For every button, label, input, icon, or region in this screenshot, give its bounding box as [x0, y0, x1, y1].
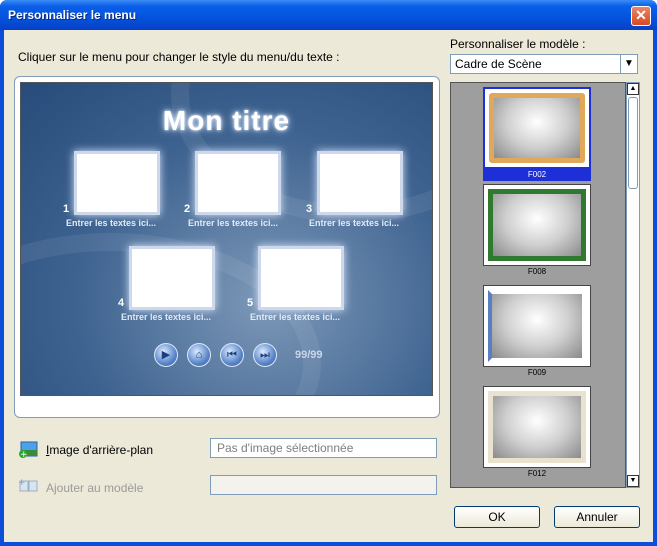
add-to-template-field	[210, 475, 437, 495]
previous-icon[interactable]: ⏮	[220, 343, 244, 367]
menu-item-number: 5	[247, 297, 254, 309]
menu-thumbnail-1[interactable]	[74, 151, 160, 215]
template-item-label: F009	[527, 368, 547, 377]
template-item-label: F002	[483, 169, 591, 181]
menu-item-caption[interactable]: Entrer les textes ici...	[121, 312, 211, 322]
template-item[interactable]: F012	[483, 386, 591, 480]
template-scrollbar[interactable]: ▲ ▼	[626, 82, 640, 488]
chevron-down-icon[interactable]: ▼	[620, 54, 638, 74]
template-label: Personnaliser le modèle :	[450, 37, 586, 51]
menu-item-number: 2	[184, 203, 191, 215]
background-image-field[interactable]: Pas d'image sélectionnée	[210, 438, 437, 458]
page-count: 99/99	[295, 349, 323, 361]
menu-thumbnail-2[interactable]	[195, 151, 281, 215]
menu-thumbnail-4[interactable]	[129, 246, 215, 310]
template-item-label: F012	[527, 469, 547, 478]
ok-button[interactable]: OK	[454, 506, 540, 528]
template-item[interactable]: F009	[483, 285, 591, 379]
menu-preview-frame: Mon titre 1 Entrer les textes ici... 2 E…	[14, 76, 440, 418]
background-image-label[interactable]: Image d'arrière-plan	[46, 443, 153, 457]
template-item[interactable]: F002	[483, 87, 591, 181]
close-icon: ✕	[635, 7, 647, 23]
window-title: Personnaliser le menu	[8, 8, 137, 22]
close-button[interactable]: ✕	[631, 6, 651, 26]
dialog-client: Cliquer sur le menu pour changer le styl…	[4, 30, 653, 542]
template-select[interactable]: Cadre de Scène	[450, 54, 637, 74]
scroll-down-icon[interactable]: ▼	[627, 475, 639, 487]
menu-title[interactable]: Mon titre	[21, 105, 432, 137]
instructions-text: Cliquer sur le menu pour changer le styl…	[18, 50, 340, 64]
scroll-up-icon[interactable]: ▲	[627, 83, 639, 95]
background-image-placeholder: Pas d'image sélectionnée	[217, 441, 354, 455]
title-bar[interactable]: Personnaliser le menu ✕	[0, 0, 657, 30]
template-item-label: F008	[527, 267, 547, 276]
menu-item-number: 4	[118, 297, 125, 309]
menu-thumbnail-3[interactable]	[317, 151, 403, 215]
template-selected-value: Cadre de Scène	[455, 57, 542, 71]
menu-item-caption[interactable]: Entrer les textes ici...	[250, 312, 340, 322]
menu-item-caption[interactable]: Entrer les textes ici...	[66, 218, 156, 228]
menu-item-number: 1	[63, 203, 70, 215]
image-icon: +	[19, 441, 38, 458]
scrollbar-thumb[interactable]	[628, 97, 638, 189]
play-icon[interactable]: ▶	[154, 343, 178, 367]
add-to-template-label[interactable]: Ajouter au modèle	[46, 481, 143, 495]
svg-text:+: +	[20, 450, 28, 458]
menu-thumbnail-5[interactable]	[258, 246, 344, 310]
menu-preview[interactable]: Mon titre 1 Entrer les textes ici... 2 E…	[20, 82, 433, 396]
dialog-window: Personnaliser le menu ✕ Cliquer sur le m…	[0, 0, 657, 546]
background-image-label-text: mage d'arrière-plan	[49, 443, 154, 457]
menu-item-caption[interactable]: Entrer les textes ici...	[188, 218, 278, 228]
menu-item-number: 3	[306, 203, 313, 215]
menu-item-caption[interactable]: Entrer les textes ici...	[309, 218, 399, 228]
svg-text:+: +	[18, 478, 26, 488]
next-icon[interactable]: ⏭	[253, 343, 277, 367]
home-icon[interactable]: ⌂	[187, 343, 211, 367]
cancel-button[interactable]: Annuler	[554, 506, 640, 528]
template-item[interactable]: F008	[483, 184, 591, 278]
template-list[interactable]: F002 F008 F009 F012	[450, 82, 626, 488]
add-to-template-icon: +	[18, 478, 38, 492]
